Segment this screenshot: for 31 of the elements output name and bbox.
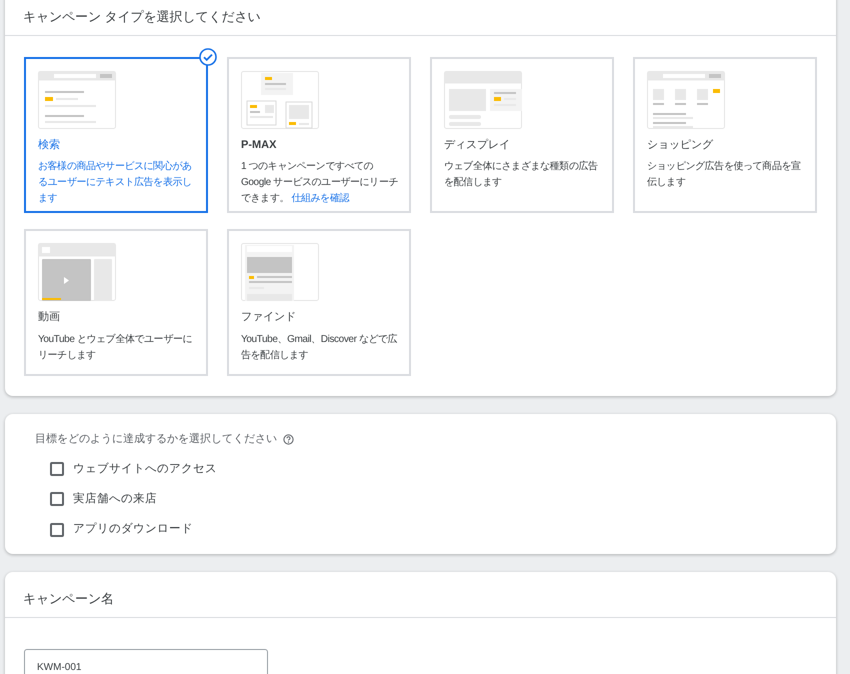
tile-title: 動画 [38,310,61,325]
campaign-type-tile[interactable]: 検索 お客様の商品やサービスに関心があるユーザーにテキスト広告を表示します [24,56,208,213]
checkbox-label: ウェブサイトへのアクセス [73,462,217,476]
tile-title: P-MAX [241,138,278,152]
campaign-type-tile[interactable]: P-MAX 1 つのキャンペーンですべての Google サービスのユーザーにリーチできます。 仕組みを確認 [227,56,411,213]
campaign-type-tile[interactable]: ディスプレイ ウェブ全体にさまざまな種類の広告を配信します [430,56,614,213]
checkbox-label: 実店舗への来店 [73,491,157,507]
tile-description: YouTube、Gmail、Discover などで広告を配信します [241,332,398,362]
campaign-type-tile[interactable]: ショッピング ショッピング広告を使って商品を宣伝します [633,56,817,213]
tile-title: ディスプレイ [444,138,511,152]
checkbox[interactable] [50,492,64,506]
campaign-type-tile[interactable]: ファインド YouTube、Gmail、Discover などで広告を配信します [227,229,411,376]
tile-title: ショッピング [647,138,714,152]
goal-question: 目標をどのように達成するかを選択してください [35,432,277,447]
checkbox-label: アプリのダウンロード [73,521,193,537]
checkbox[interactable] [50,462,64,476]
campaign-name-field[interactable]: KWM-001 [24,648,268,674]
learn-more-link[interactable]: 仕組みを確認 [291,193,350,204]
section-title: キャンペーン名 [5,572,836,618]
help-icon[interactable] [283,434,294,445]
tile-description: お客様の商品やサービスに関心があるユーザーにテキスト広告を表示します [38,160,193,206]
tile-description: ウェブ全体にさまざまな種類の広告を配信します [444,160,599,190]
tile-title: ファインド [241,310,297,325]
tile-description: 1 つのキャンペーンですべての Google サービスのユーザーにリーチできます。 仕組みを確認 [241,160,400,206]
tile-description: ショッピング広告を使って商品を宣伝します [647,160,802,190]
checkbox[interactable] [50,522,64,537]
tile-title: 検索 [38,138,61,152]
section-title: キャンペーン タイプを選択してください [5,0,836,36]
check-icon [199,48,217,66]
campaign-type-tile[interactable]: 動画 YouTube とウェブ全体でユーザーにリーチします [24,229,208,376]
tile-description: YouTube とウェブ全体でユーザーにリーチします [38,332,194,362]
